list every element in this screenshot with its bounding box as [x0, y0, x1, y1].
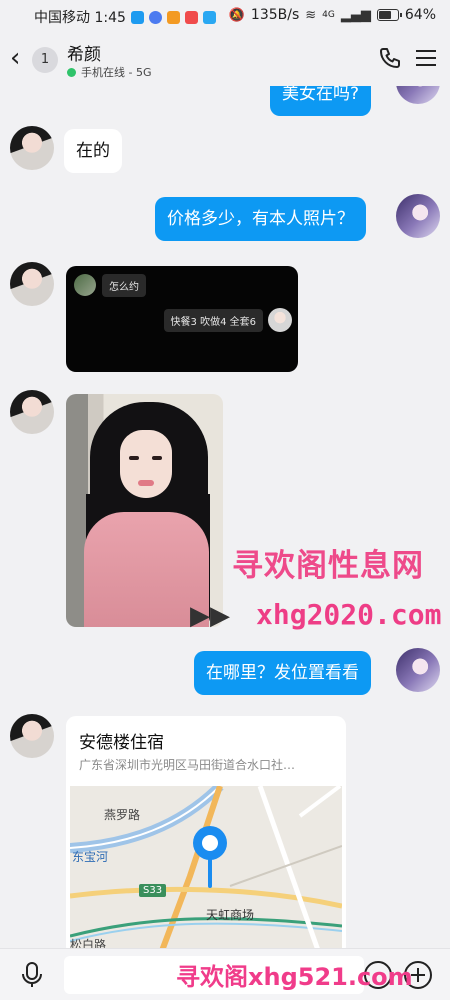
contact-name[interactable]: 希颜 — [67, 40, 101, 65]
net-speed: 135B/s — [250, 7, 300, 23]
watermark-title: 寻欢阁性息网 — [232, 548, 424, 584]
contact-avatar[interactable] — [10, 390, 54, 434]
map-label: 天虹商场 — [206, 908, 255, 922]
contact-avatar[interactable] — [10, 714, 54, 758]
image-message-screenshot[interactable]: 怎么约 快餐3 吹做4 全套6 — [66, 266, 298, 372]
unread-count-badge[interactable]: 1 — [32, 47, 58, 73]
back-icon[interactable]: ‹ — [10, 45, 20, 71]
message-text: 价格多少，有本人照片？ — [167, 209, 354, 229]
message-in[interactable]: 在的 — [64, 129, 122, 173]
image-message-photo[interactable] — [66, 394, 223, 627]
message-text: 美女在吗? — [282, 86, 360, 104]
shop-notification-icon — [184, 10, 198, 24]
location-map[interactable]: 燕罗路 东宝河 S33 天虹商场 松白路 — [70, 786, 342, 948]
online-dot-icon — [67, 67, 76, 77]
battery-percent: 64% — [404, 7, 436, 23]
chat-area[interactable]: 美女在吗? 在的 价格多少，有本人照片？ 怎么约 快餐3 吹做4 全套6 寻欢阁… — [0, 86, 450, 948]
map-label: 东宝河 — [72, 850, 109, 864]
search-notification-icon — [202, 10, 216, 24]
map-highway-badge: S33 — [139, 884, 167, 897]
my-avatar[interactable] — [396, 86, 440, 104]
my-avatar[interactable] — [396, 194, 440, 238]
message-out[interactable]: 价格多少，有本人照片？ — [155, 197, 366, 241]
screenshot-avatar — [268, 308, 292, 332]
carrier-time: 中国移动 1:45 — [34, 10, 126, 26]
message-out[interactable]: 在哪里？发位置看看 — [194, 651, 371, 695]
signal-type: 4G — [322, 10, 335, 20]
online-status-text: 手机在线 - 5G — [81, 66, 152, 79]
location-pin-icon — [193, 826, 227, 860]
menu-icon[interactable] — [416, 50, 436, 71]
phone-call-icon[interactable] — [378, 46, 402, 70]
my-avatar[interactable] — [396, 648, 440, 692]
battery-fill — [378, 11, 391, 19]
watermark-arrow-icon: ▶▶ — [190, 601, 230, 631]
chat-header: ‹ 1 希颜 手机在线 - 5G — [0, 32, 450, 86]
message-out-partial[interactable]: 美女在吗? — [270, 86, 372, 116]
wifi-icon: ≋ — [305, 7, 317, 23]
status-left: 中国移动 1:45 — [34, 7, 216, 27]
map-label: 燕罗路 — [104, 808, 141, 822]
browser-notification-icon — [148, 10, 162, 24]
message-text: 在的 — [76, 141, 110, 161]
status-bar: 中国移动 1:45 🔕 135B/s ≋ 4G ▂▄▆ 64% — [0, 0, 450, 32]
mute-icon: 🔕 — [228, 7, 245, 23]
screenshot-avatar — [74, 274, 96, 296]
map-label: 松白路 — [70, 938, 107, 948]
location-address: 广东省深圳市光明区马田街道合水口社… — [79, 758, 296, 772]
screenshot-question: 怎么约 — [102, 274, 146, 297]
location-title: 安德楼住宿 — [79, 733, 164, 753]
online-status: 手机在线 - 5G — [67, 64, 152, 80]
screenshot-prices: 快餐3 吹做4 全套6 — [163, 309, 263, 332]
microphone-icon[interactable] — [20, 961, 44, 989]
location-pin-stem — [208, 858, 212, 888]
watermark-footer: 寻欢阁xhg521.com — [176, 963, 413, 991]
video-notification-icon — [166, 10, 180, 24]
status-right: 🔕 135B/s ≋ 4G ▂▄▆ 64% — [229, 7, 436, 23]
battery-icon — [376, 9, 402, 21]
app-notification-icon — [130, 10, 144, 24]
watermark-site: xhg2020.com — [256, 598, 442, 631]
location-message[interactable]: 安德楼住宿 广东省深圳市光明区马田街道合水口社… 燕罗路 东宝河 S33 天虹商… — [66, 716, 346, 948]
message-text: 在哪里？发位置看看 — [206, 663, 359, 683]
signal-icon: ▂▄▆ — [340, 7, 371, 23]
contact-avatar[interactable] — [10, 262, 54, 306]
contact-avatar[interactable] — [10, 126, 54, 170]
